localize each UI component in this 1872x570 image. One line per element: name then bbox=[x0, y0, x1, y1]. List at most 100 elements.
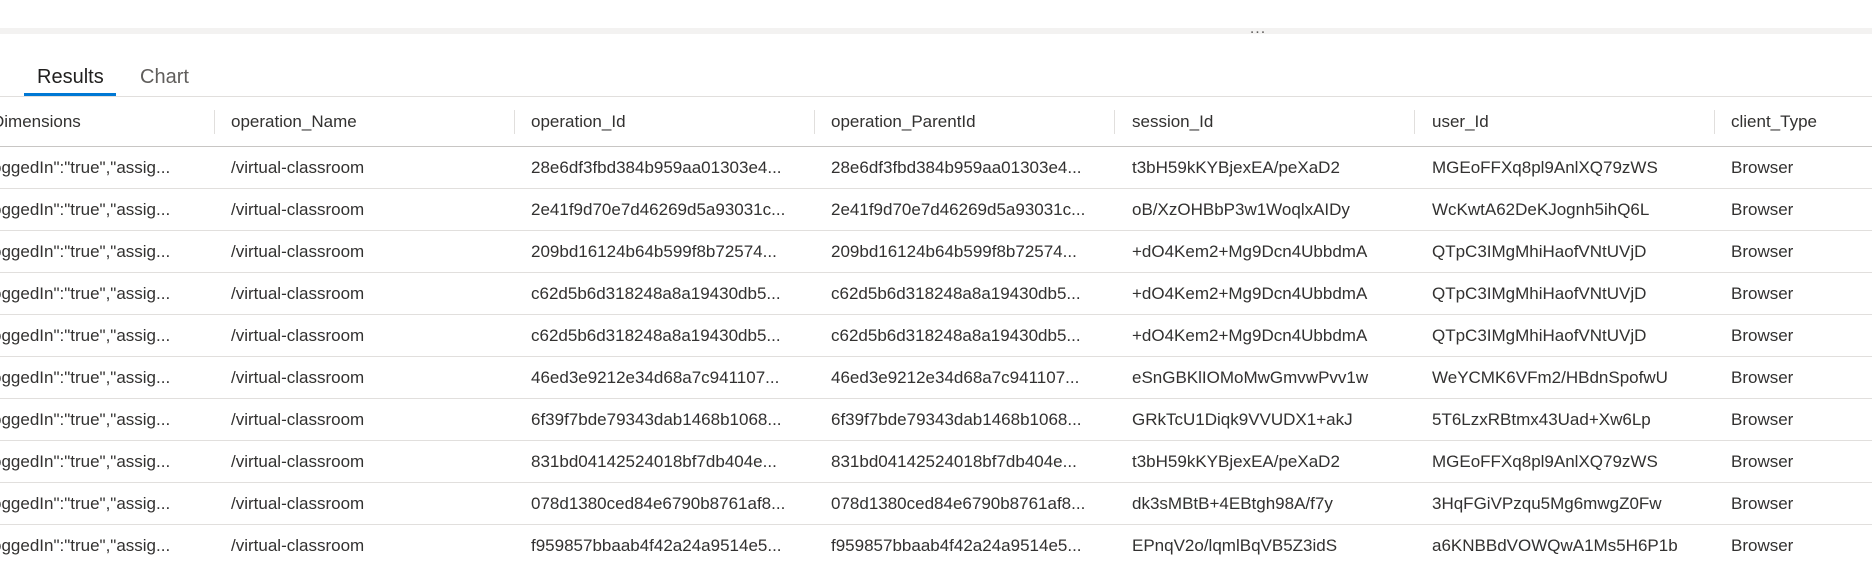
column-resize-handle[interactable] bbox=[1714, 110, 1715, 134]
column-header-operation-name[interactable]: operation_Name bbox=[231, 97, 501, 147]
cell-client-type: Browser bbox=[1731, 284, 1794, 303]
table-row[interactable]: oggedIn":"true","assig... /virtual-classr… bbox=[0, 315, 1872, 357]
cell-client-type: Browser bbox=[1731, 494, 1794, 513]
cell-session-id: dk3sMBtB+4EBtgh98A/f7y bbox=[1132, 494, 1333, 513]
cell-dimensions: oggedIn":"true","assig... bbox=[0, 452, 171, 471]
cell-operation-name: /virtual-classroom bbox=[231, 536, 365, 555]
table-row[interactable]: oggedIn":"true","assig... /virtual-classr… bbox=[0, 273, 1872, 315]
cell-user-id: 3HqFGiVPzqu5Mg6mwgZ0Fw bbox=[1432, 494, 1662, 513]
table-row[interactable]: oggedIn":"true","assig... /virtual-classr… bbox=[0, 441, 1872, 483]
cell-client-type: Browser bbox=[1731, 200, 1794, 219]
cell-operation-parentid: 209bd16124b64b599f8b72574... bbox=[831, 242, 1077, 261]
cell-operation-id: c62d5b6d318248a8a19430db5... bbox=[531, 326, 781, 345]
column-header-dimensions[interactable]: Dimensions bbox=[0, 97, 205, 147]
table-row[interactable]: oggedIn":"true","assig... /virtual-classr… bbox=[0, 399, 1872, 441]
column-header-operation-parentid[interactable]: operation_ParentId bbox=[831, 97, 1106, 147]
cell-session-id: EPnqV2o/lqmlBqVB5Z3idS bbox=[1132, 536, 1338, 555]
cell-operation-parentid: 46ed3e9212e34d68a7c941107... bbox=[831, 368, 1080, 387]
cell-operation-name: /virtual-classroom bbox=[231, 410, 365, 429]
cell-operation-id: 28e6df3fbd384b959aa01303e4... bbox=[531, 158, 782, 177]
cell-client-type: Browser bbox=[1731, 326, 1794, 345]
cell-user-id: QTpC3IMgMhiHaofVNtUVjD bbox=[1432, 242, 1647, 261]
results-tab-bar: Results Chart bbox=[0, 40, 1872, 97]
cell-session-id: +dO4Kem2+Mg9Dcn4UbbdmA bbox=[1132, 326, 1368, 345]
cell-client-type: Browser bbox=[1731, 158, 1794, 177]
tab-results[interactable]: Results bbox=[37, 62, 104, 92]
cell-dimensions: oggedIn":"true","assig... bbox=[0, 536, 171, 555]
cell-operation-parentid: 831bd04142524018bf7db404e... bbox=[831, 452, 1077, 471]
column-resize-handle[interactable] bbox=[1114, 110, 1115, 134]
cell-operation-name: /virtual-classroom bbox=[231, 200, 365, 219]
cell-session-id: t3bH59kKYBjexEA/peXaD2 bbox=[1132, 452, 1340, 471]
cell-client-type: Browser bbox=[1731, 242, 1794, 261]
cell-operation-id: 6f39f7bde79343dab1468b1068... bbox=[531, 410, 782, 429]
cell-operation-id: c62d5b6d318248a8a19430db5... bbox=[531, 284, 781, 303]
cell-user-id: MGEoFFXq8pl9AnlXQ79zWS bbox=[1432, 452, 1658, 471]
cell-operation-id: 831bd04142524018bf7db404e... bbox=[531, 452, 777, 471]
cell-operation-name: /virtual-classroom bbox=[231, 242, 365, 261]
column-header-client-type[interactable]: client_Type bbox=[1731, 97, 1871, 147]
cell-operation-parentid: 2e41f9d70e7d46269d5a93031c... bbox=[831, 200, 1086, 219]
cell-dimensions: oggedIn":"true","assig... bbox=[0, 368, 171, 387]
cell-session-id: eSnGBKlIOMoMwGmvwPvv1w bbox=[1132, 368, 1369, 387]
cell-user-id: WeYCMK6VFm2/HBdnSpofwU bbox=[1432, 368, 1668, 387]
cell-session-id: +dO4Kem2+Mg9Dcn4UbbdmA bbox=[1132, 242, 1368, 261]
cell-operation-id: 46ed3e9212e34d68a7c941107... bbox=[531, 368, 780, 387]
column-resize-handle[interactable] bbox=[814, 110, 815, 134]
table-row[interactable]: oggedIn":"true","assig... /virtual-classr… bbox=[0, 525, 1872, 563]
column-resize-handle[interactable] bbox=[1414, 110, 1415, 134]
cell-operation-name: /virtual-classroom bbox=[231, 452, 365, 471]
table-row[interactable]: oggedIn":"true","assig... /virtual-classr… bbox=[0, 357, 1872, 399]
cell-operation-name: /virtual-classroom bbox=[231, 284, 365, 303]
cell-session-id: +dO4Kem2+Mg9Dcn4UbbdmA bbox=[1132, 284, 1368, 303]
column-resize-handle[interactable] bbox=[214, 110, 215, 134]
table-row[interactable]: oggedIn":"true","assig... /virtual-classr… bbox=[0, 147, 1872, 189]
cell-operation-parentid: f959857bbaab4f42a24a9514e5... bbox=[831, 536, 1082, 555]
column-resize-handle[interactable] bbox=[514, 110, 515, 134]
column-header-operation-id[interactable]: operation_Id bbox=[531, 97, 806, 147]
table-row[interactable]: oggedIn":"true","assig... /virtual-classr… bbox=[0, 189, 1872, 231]
column-header-session-id[interactable]: session_Id bbox=[1132, 97, 1407, 147]
table-header-row: Dimensions operation_Name operation_Id o… bbox=[0, 97, 1872, 147]
cell-dimensions: oggedIn":"true","assig... bbox=[0, 242, 171, 261]
cell-client-type: Browser bbox=[1731, 452, 1794, 471]
cell-operation-name: /virtual-classroom bbox=[231, 494, 365, 513]
cell-session-id: GRkTcU1Diqk9VVUDX1+akJ bbox=[1132, 410, 1353, 429]
active-tab-indicator bbox=[24, 93, 116, 96]
table-row[interactable]: oggedIn":"true","assig... /virtual-classr… bbox=[0, 483, 1872, 525]
table-row[interactable]: oggedIn":"true","assig... /virtual-classr… bbox=[0, 231, 1872, 273]
cell-user-id: QTpC3IMgMhiHaofVNtUVjD bbox=[1432, 284, 1647, 303]
cell-client-type: Browser bbox=[1731, 536, 1794, 555]
cell-dimensions: oggedIn":"true","assig... bbox=[0, 326, 171, 345]
cell-dimensions: oggedIn":"true","assig... bbox=[0, 158, 171, 177]
cell-operation-id: 209bd16124b64b599f8b72574... bbox=[531, 242, 777, 261]
cell-dimensions: oggedIn":"true","assig... bbox=[0, 284, 171, 303]
cell-operation-parentid: c62d5b6d318248a8a19430db5... bbox=[831, 284, 1081, 303]
cell-operation-name: /virtual-classroom bbox=[231, 326, 365, 345]
cell-client-type: Browser bbox=[1731, 368, 1794, 387]
cell-operation-id: 2e41f9d70e7d46269d5a93031c... bbox=[531, 200, 786, 219]
cell-client-type: Browser bbox=[1731, 410, 1794, 429]
cell-user-id: 5T6LzxRBtmx43Uad+Xw6Lp bbox=[1432, 410, 1651, 429]
cell-user-id: MGEoFFXq8pl9AnlXQ79zWS bbox=[1432, 158, 1658, 177]
panel-resize-handle[interactable]: ... bbox=[1245, 21, 1271, 37]
top-panel-divider bbox=[0, 0, 1872, 34]
cell-user-id: WcKwtA62DeKJognh5ihQ6L bbox=[1432, 200, 1650, 219]
cell-dimensions: oggedIn":"true","assig... bbox=[0, 494, 171, 513]
cell-user-id: a6KNBBdVOWQwA1Ms5H6P1b bbox=[1432, 536, 1678, 555]
cell-operation-parentid: 078d1380ced84e6790b8761af8... bbox=[831, 494, 1086, 513]
cell-operation-name: /virtual-classroom bbox=[231, 158, 365, 177]
cell-operation-id: f959857bbaab4f42a24a9514e5... bbox=[531, 536, 782, 555]
cell-session-id: t3bH59kKYBjexEA/peXaD2 bbox=[1132, 158, 1340, 177]
cell-operation-parentid: c62d5b6d318248a8a19430db5... bbox=[831, 326, 1081, 345]
tab-chart[interactable]: Chart bbox=[140, 62, 189, 92]
cell-session-id: oB/XzOHBbP3w1WoqlxAIDy bbox=[1132, 200, 1350, 219]
column-header-user-id[interactable]: user_Id bbox=[1432, 97, 1707, 147]
cell-operation-parentid: 6f39f7bde79343dab1468b1068... bbox=[831, 410, 1082, 429]
cell-operation-parentid: 28e6df3fbd384b959aa01303e4... bbox=[831, 158, 1082, 177]
cell-user-id: QTpC3IMgMhiHaofVNtUVjD bbox=[1432, 326, 1647, 345]
results-grid: Dimensions operation_Name operation_Id o… bbox=[0, 97, 1872, 563]
cell-operation-id: 078d1380ced84e6790b8761af8... bbox=[531, 494, 786, 513]
cell-dimensions: oggedIn":"true","assig... bbox=[0, 200, 171, 219]
cell-dimensions: oggedIn":"true","assig... bbox=[0, 410, 171, 429]
